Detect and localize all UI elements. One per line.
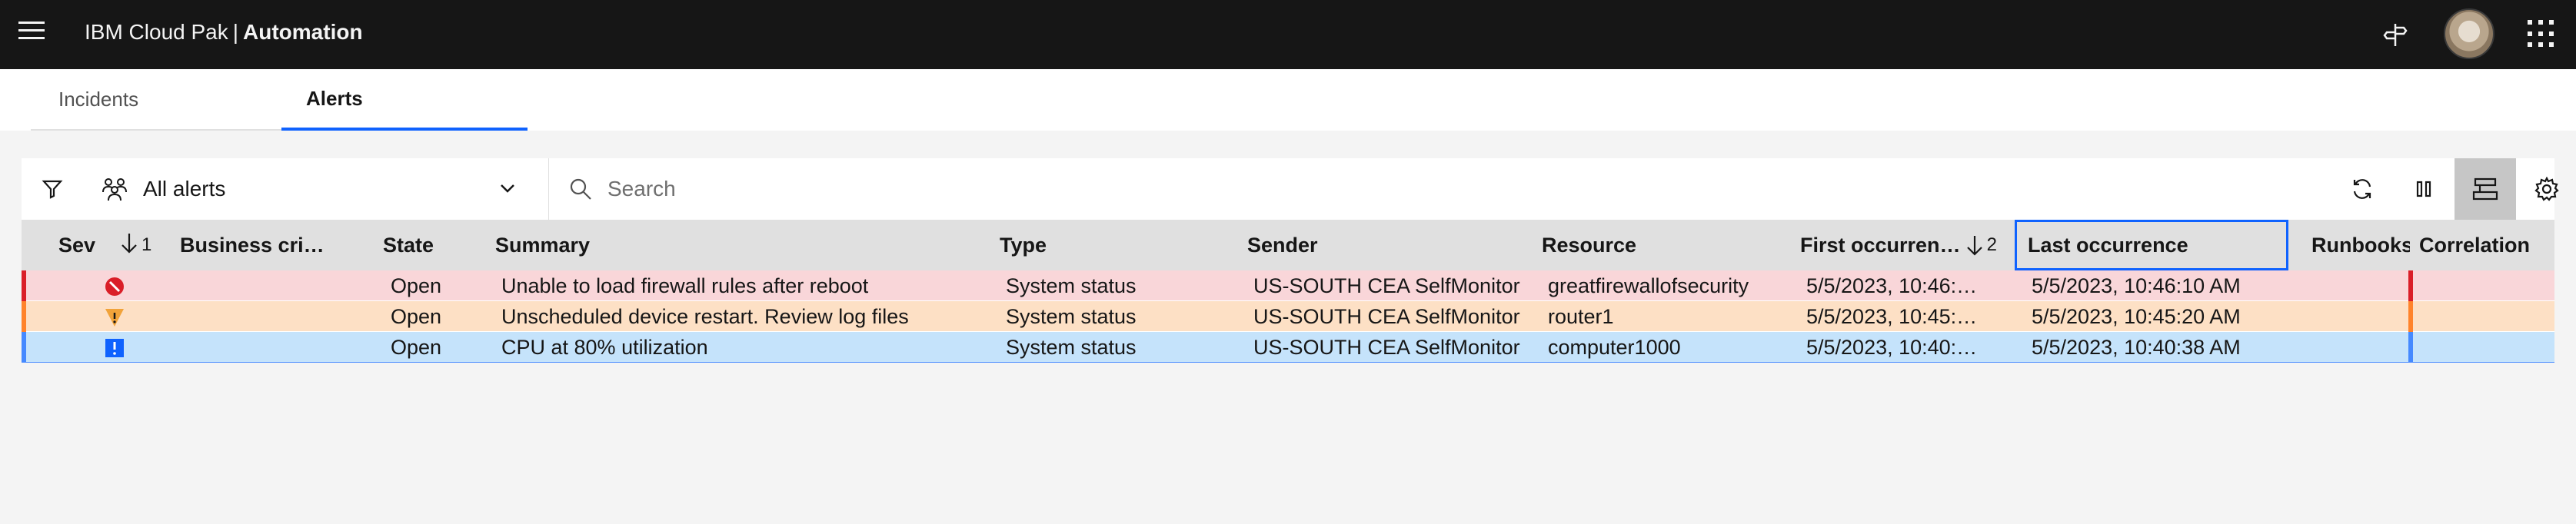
cell-state: Open — [391, 274, 442, 297]
cell-resource: router1 — [1548, 304, 1614, 328]
app-brand: IBM Cloud Pak | Automation — [85, 20, 363, 45]
column-header-first[interactable]: First occurren… 2 — [1800, 220, 2015, 270]
correlation-bar — [2408, 270, 2413, 301]
cell-first-occurrence: 5/5/2023, 10:45:… — [1806, 304, 1978, 328]
group-icon[interactable] — [2455, 158, 2516, 220]
cell-type: System status — [1006, 274, 1137, 297]
table-row[interactable]: Open CPU at 80% utilization System statu… — [22, 332, 2554, 363]
cell-last-occurrence: 5/5/2023, 10:45:20 AM — [2032, 304, 2241, 328]
cell-sender: US-SOUTH CEA SelfMonitor — [1253, 335, 1520, 359]
column-header-type[interactable]: Type — [1000, 220, 1246, 270]
cell-summary: Unable to load firewall rules after rebo… — [501, 274, 869, 297]
view-select-value: All alerts — [143, 177, 226, 201]
severity-bar — [22, 301, 26, 332]
column-header-runbooks[interactable]: Runbooks — [2311, 220, 2410, 270]
cell-resource: computer1000 — [1548, 335, 1681, 359]
cell-summary: Unscheduled device restart. Review log f… — [501, 304, 909, 328]
severity-bar — [22, 270, 26, 301]
sort-indicator-sev[interactable]: 1 — [120, 220, 181, 270]
column-header-summary[interactable]: Summary — [495, 220, 995, 270]
column-header-first-label: First occurren… — [1800, 233, 1961, 257]
cell-first-occurrence: 5/5/2023, 10:40:… — [1806, 335, 1978, 359]
table-toolbar: All alerts — [22, 158, 2559, 220]
severity-bar — [22, 332, 26, 363]
filter-icon[interactable] — [22, 158, 83, 220]
brand-separator: | — [232, 20, 239, 44]
column-header-state[interactable]: State — [383, 220, 491, 270]
correlation-bar — [2408, 332, 2413, 363]
brand-prefix: IBM Cloud Pak — [85, 20, 228, 44]
menu-icon[interactable] — [18, 22, 48, 48]
cell-type: System status — [1006, 304, 1137, 328]
information-severity-icon — [105, 338, 125, 358]
tab-alerts[interactable]: Alerts — [281, 69, 528, 131]
refresh-icon[interactable] — [2331, 158, 2393, 220]
view-select[interactable]: All alerts — [83, 158, 549, 220]
cell-state: Open — [391, 304, 442, 328]
correlation-bar — [2408, 301, 2413, 332]
arrow-down-icon — [1965, 234, 1984, 257]
cell-sender: US-SOUTH CEA SelfMonitor — [1253, 304, 1520, 328]
critical-severity-icon — [105, 277, 125, 297]
avatar[interactable] — [2444, 8, 2494, 59]
column-header-last[interactable]: Last occurrence — [2015, 220, 2288, 270]
column-header-correlation[interactable]: Correlation — [2419, 220, 2554, 270]
arrow-down-icon — [120, 231, 138, 260]
tab-incidents[interactable]: Incidents — [31, 69, 281, 131]
cell-first-occurrence: 5/5/2023, 10:46:… — [1806, 274, 1978, 297]
cell-type: System status — [1006, 335, 1137, 359]
users-icon — [102, 177, 128, 201]
alerts-table: Sev 1 Business cri… State Summary Type S… — [22, 220, 2554, 363]
table-row[interactable]: Open Unable to load firewall rules after… — [22, 270, 2554, 301]
column-header-business[interactable]: Business cri… — [180, 220, 380, 270]
column-header-sev[interactable]: Sev — [58, 220, 120, 270]
brand-product: Automation — [243, 20, 363, 44]
search-icon — [569, 177, 592, 201]
chevron-down-icon — [498, 178, 518, 202]
cell-resource: greatfirewallofsecurity — [1548, 274, 1749, 297]
sort-order-sev: 1 — [141, 234, 152, 255]
cell-last-occurrence: 5/5/2023, 10:46:10 AM — [2032, 274, 2241, 297]
tab-bar: Incidents Alerts — [0, 69, 2576, 131]
app-switcher-icon[interactable] — [2528, 20, 2555, 48]
column-header-resource[interactable]: Resource — [1542, 220, 1799, 270]
column-header-sev-label: Sev — [58, 233, 96, 257]
cell-state: Open — [391, 335, 442, 359]
cell-summary: CPU at 80% utilization — [501, 335, 708, 359]
pause-icon[interactable] — [2393, 158, 2455, 220]
cell-sender: US-SOUTH CEA SelfMonitor — [1253, 274, 1520, 297]
warning-severity-icon — [105, 307, 125, 327]
search-box — [549, 158, 2331, 220]
signpost-icon[interactable] — [2376, 15, 2415, 54]
search-input[interactable] — [607, 177, 2299, 201]
table-row[interactable]: Open Unscheduled device restart. Review … — [22, 301, 2554, 332]
cell-last-occurrence: 5/5/2023, 10:40:38 AM — [2032, 335, 2241, 359]
settings-icon[interactable] — [2516, 158, 2576, 220]
column-header-sender[interactable]: Sender — [1247, 220, 1539, 270]
top-header: IBM Cloud Pak | Automation — [0, 0, 2576, 69]
table-header: Sev 1 Business cri… State Summary Type S… — [22, 220, 2554, 270]
sort-order-first: 2 — [1986, 234, 1997, 255]
